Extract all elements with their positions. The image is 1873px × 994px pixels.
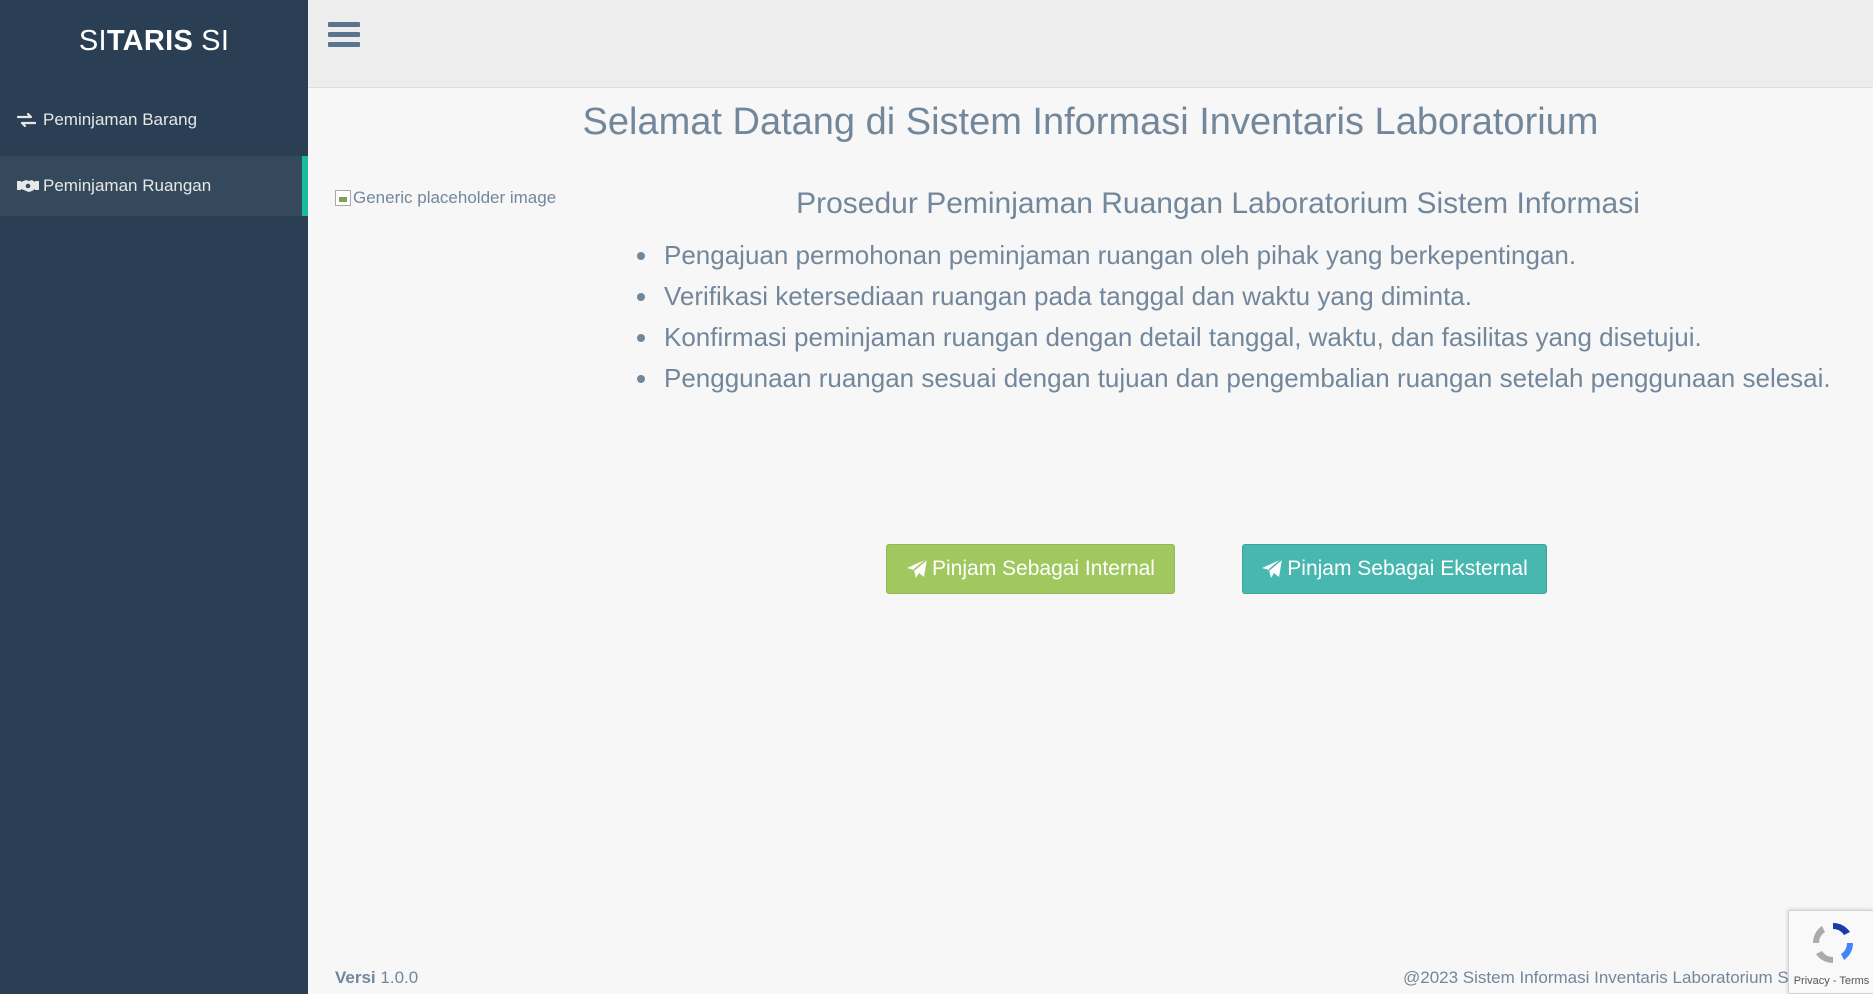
pinjam-internal-button[interactable]: Pinjam Sebagai Internal: [886, 544, 1175, 594]
menu-toggle-icon[interactable]: [328, 22, 360, 52]
brand-part3: SI: [201, 24, 230, 57]
pinjam-eksternal-button[interactable]: Pinjam Sebagai Eksternal: [1242, 544, 1547, 594]
version-label: Versi: [335, 968, 376, 987]
procedure-title: Prosedur Peminjaman Ruangan Laboratorium…: [796, 187, 1640, 220]
paper-plane-icon: [1262, 558, 1283, 578]
page-title: Selamat Datang di Sistem Informasi Inven…: [582, 101, 1599, 143]
sidebar-item-label: Peminjaman Ruangan: [43, 176, 212, 195]
sidebar: SI TARIS SI Peminjaman Barang Peminjaman R…: [0, 0, 308, 994]
procedure-steps: Pengajuan permohonan peminjaman ruangan …: [640, 235, 1840, 399]
main-content: Selamat Datang di Sistem Informasi Inven…: [308, 89, 1873, 959]
sidebar-item-label: Peminjaman Barang: [43, 110, 198, 129]
brand-part2: TARIS: [106, 24, 194, 57]
list-item: Pengajuan permohonan peminjaman ruangan …: [660, 235, 1840, 276]
list-item: Konfirmasi peminjaman ruangan dengan det…: [660, 317, 1840, 358]
recaptcha-links[interactable]: Privacy - Terms: [1789, 975, 1873, 987]
list-item: Penggunaan ruangan sesuai dengan tujuan …: [660, 358, 1840, 399]
brand-logo[interactable]: SI TARIS SI: [0, 0, 308, 82]
placeholder-image: Generic placeholder image: [335, 188, 556, 208]
list-item: Verifikasi ketersediaan ruangan pada tan…: [660, 276, 1840, 317]
top-navbar: [308, 0, 1873, 88]
recaptcha-badge[interactable]: Privacy - Terms: [1788, 910, 1873, 994]
handshake-icon: [17, 178, 39, 194]
footer: Versi 1.0.0 @2023 Sistem Informasi Inven…: [308, 959, 1873, 994]
broken-image-icon: [335, 190, 351, 206]
brand-part1: SI: [78, 24, 107, 57]
button-label: Pinjam Sebagai Internal: [932, 557, 1155, 580]
image-alt-text: Generic placeholder image: [353, 188, 557, 207]
paper-plane-icon: [907, 558, 928, 578]
version-number: 1.0.0: [380, 968, 419, 987]
exchange-icon: [17, 112, 39, 128]
sidebar-item-peminjaman-ruangan[interactable]: Peminjaman Ruangan: [0, 156, 308, 216]
version-info: Versi 1.0.0: [335, 968, 418, 988]
button-label: Pinjam Sebagai Eksternal: [1287, 557, 1528, 580]
sidebar-item-peminjaman-barang[interactable]: Peminjaman Barang: [0, 90, 308, 150]
recaptcha-icon: [1812, 922, 1854, 964]
